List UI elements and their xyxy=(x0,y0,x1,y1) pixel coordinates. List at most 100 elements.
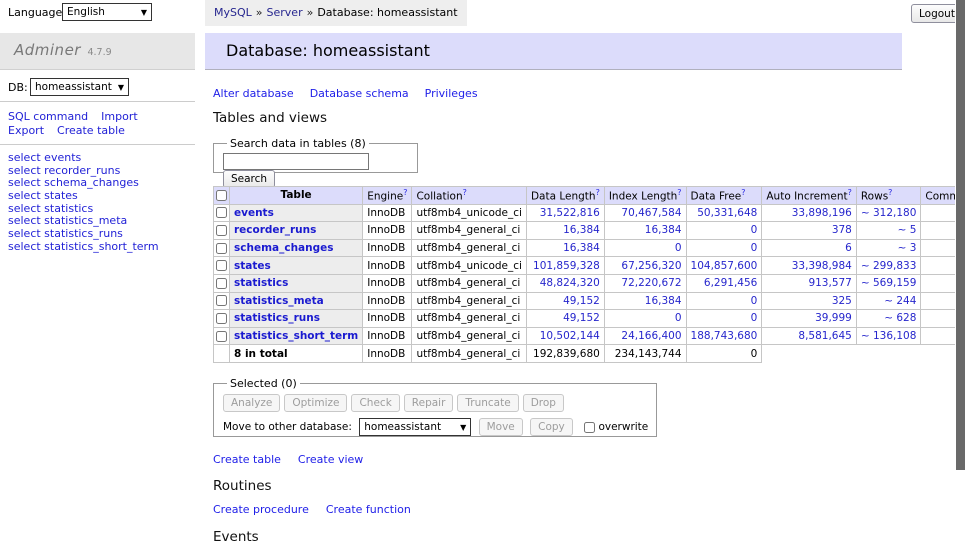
select-all-cell xyxy=(214,187,230,205)
breadcrumb-separator: » xyxy=(307,6,314,19)
row-checkbox[interactable] xyxy=(216,260,227,271)
sidebar-action-link[interactable]: SQL command xyxy=(8,110,88,124)
optimize-button[interactable]: Optimize xyxy=(284,394,347,412)
db-select[interactable]: homeassistant ▼ xyxy=(30,78,129,96)
rows-cell: ~ 3 xyxy=(856,239,921,257)
data-free-cell: 0 xyxy=(686,310,762,328)
row-checkbox[interactable] xyxy=(216,295,227,306)
rows-count-link[interactable]: ~ 569,159 xyxy=(861,277,917,289)
breadcrumb-link[interactable]: Server xyxy=(267,6,303,19)
row-checkbox[interactable] xyxy=(216,207,227,218)
engine-cell: InnoDB xyxy=(363,204,412,222)
index-length-cell: 67,256,320 xyxy=(604,257,686,275)
scrollbar-track[interactable] xyxy=(955,0,966,543)
sidebar-action-link[interactable]: Create table xyxy=(57,124,125,138)
select-all-checkbox[interactable] xyxy=(216,190,227,201)
sidebar-action-links: SQL command Import Export Create table xyxy=(8,110,188,137)
database-action-link[interactable]: Alter database xyxy=(213,87,294,100)
data-free-cell: 0 xyxy=(686,239,762,257)
column-help-link[interactable]: ? xyxy=(888,188,892,197)
rows-count-link[interactable]: ~ 312,180 xyxy=(861,207,917,219)
row-checkbox-cell xyxy=(214,239,230,257)
truncate-button[interactable]: Truncate xyxy=(457,394,518,412)
table-name-link[interactable]: statistics xyxy=(234,277,288,289)
overwrite-checkbox[interactable] xyxy=(584,422,595,433)
check-button[interactable]: Check xyxy=(351,394,399,412)
app-version: 4.7.9 xyxy=(87,47,111,58)
analyze-button[interactable]: Analyze xyxy=(223,394,280,412)
copy-button[interactable]: Copy xyxy=(530,418,573,436)
column-header: Index Length? xyxy=(604,187,686,205)
rows-count-link[interactable]: ~ 628 xyxy=(884,312,916,324)
row-checkbox[interactable] xyxy=(216,225,227,236)
auto-increment-cell: 325 xyxy=(762,292,857,310)
routine-links: Create procedure Create function xyxy=(213,503,428,516)
breadcrumb-link[interactable]: MySQL xyxy=(214,6,252,19)
database-action-link[interactable]: Privileges xyxy=(425,87,478,100)
row-checkbox[interactable] xyxy=(216,278,227,289)
database-action-link[interactable]: Database schema xyxy=(310,87,409,100)
rows-cell: ~ 5 xyxy=(856,222,921,240)
column-help-link[interactable]: ? xyxy=(403,188,407,197)
auto-increment-cell: 33,898,196 xyxy=(762,204,857,222)
app-logo[interactable]: Adminer xyxy=(14,41,81,59)
table-name-link[interactable]: events xyxy=(234,207,274,219)
row-checkbox[interactable] xyxy=(216,243,227,254)
column-help-link[interactable]: ? xyxy=(848,188,852,197)
scrollbar-thumb[interactable] xyxy=(956,0,965,470)
sidebar-action-link[interactable]: Import xyxy=(101,110,138,124)
create-link[interactable]: Create table xyxy=(213,453,281,466)
chevron-down-icon: ▼ xyxy=(118,83,124,92)
column-help-link[interactable]: ? xyxy=(463,188,467,197)
rows-count-link[interactable]: ~ 3 xyxy=(898,242,917,254)
table-name-link[interactable]: statistics_short_term xyxy=(234,330,358,342)
sidebar-select-link[interactable]: select events xyxy=(8,152,159,165)
table-name-link[interactable]: schema_changes xyxy=(234,242,334,254)
total-index-length-cell: 234,143,744 xyxy=(604,345,686,363)
sidebar-table-links: select eventsselect recorder_runsselect … xyxy=(8,152,159,253)
table-name-link[interactable]: states xyxy=(234,260,271,272)
routines-heading: Routines xyxy=(213,478,272,494)
table-name-link[interactable]: statistics_runs xyxy=(234,312,320,324)
drop-button[interactable]: Drop xyxy=(523,394,564,412)
table-name-link[interactable]: recorder_runs xyxy=(234,224,316,236)
rows-count-link[interactable]: ~ 299,833 xyxy=(861,260,917,272)
table-row: statistics_short_termInnoDButf8mb4_gener… xyxy=(214,327,966,345)
data-length-cell: 49,152 xyxy=(526,310,604,328)
column-help-link[interactable]: ? xyxy=(596,188,600,197)
routine-link[interactable]: Create function xyxy=(326,503,411,516)
app-header: Adminer 4.7.9 xyxy=(0,33,195,70)
table-name-cell: statistics_runs xyxy=(230,310,363,328)
row-checkbox-cell xyxy=(214,274,230,292)
create-link[interactable]: Create view xyxy=(298,453,363,466)
rows-count-link[interactable]: ~ 136,108 xyxy=(861,330,917,342)
page-title: Database: homeassistant xyxy=(205,33,902,70)
column-help-link[interactable]: ? xyxy=(677,188,681,197)
rows-count-link[interactable]: ~ 244 xyxy=(884,295,916,307)
row-checkbox[interactable] xyxy=(216,313,227,324)
db-select-value: homeassistant xyxy=(35,81,112,93)
table-row: statistics_runsInnoDButf8mb4_general_ci4… xyxy=(214,310,966,328)
data-length-cell: 49,152 xyxy=(526,292,604,310)
sidebar-select-link[interactable]: select states xyxy=(8,190,159,203)
move-database-select[interactable]: homeassistant ▼ xyxy=(359,418,471,436)
repair-button[interactable]: Repair xyxy=(404,394,454,412)
sidebar-select-link[interactable]: select statistics_runs xyxy=(8,228,159,241)
sidebar-select-link[interactable]: select statistics_short_term xyxy=(8,241,159,254)
table-name-link[interactable]: statistics_meta xyxy=(234,295,324,307)
collation-cell: utf8mb4_unicode_ci xyxy=(412,204,526,222)
column-help-link[interactable]: ? xyxy=(741,188,745,197)
routine-link[interactable]: Create procedure xyxy=(213,503,309,516)
rows-count-link[interactable]: ~ 5 xyxy=(898,224,917,236)
data-free-cell: 104,857,600 xyxy=(686,257,762,275)
sidebar-action-link[interactable]: Export xyxy=(8,124,44,138)
row-checkbox[interactable] xyxy=(216,331,227,342)
collation-cell: utf8mb4_unicode_ci xyxy=(412,257,526,275)
auto-increment-cell: 378 xyxy=(762,222,857,240)
rows-cell: ~ 136,108 xyxy=(856,327,921,345)
row-checkbox-cell xyxy=(214,327,230,345)
breadcrumb: MySQL»Server»Database: homeassistant xyxy=(205,0,467,26)
move-button[interactable]: Move xyxy=(479,418,523,436)
search-input[interactable] xyxy=(223,153,369,170)
auto-increment-cell: 39,999 xyxy=(762,310,857,328)
